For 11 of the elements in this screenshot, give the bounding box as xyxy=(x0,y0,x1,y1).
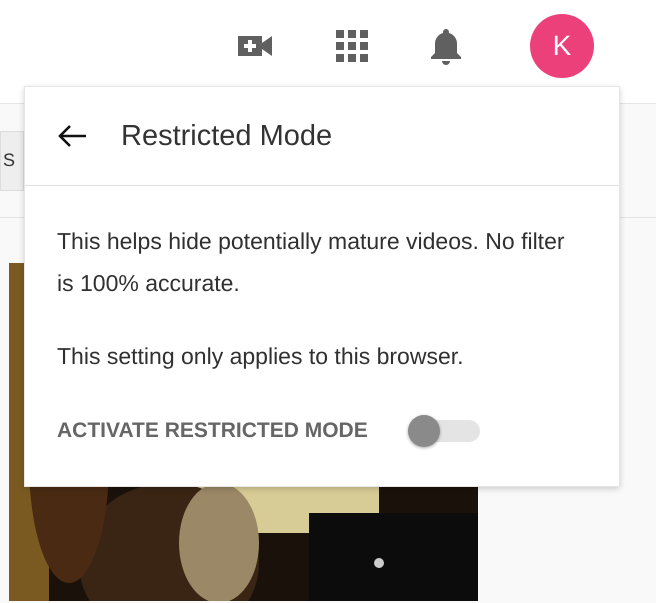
toggle-label: ACTIVATE RESTRICTED MODE xyxy=(57,419,368,443)
panel-title: Restricted Mode xyxy=(121,120,332,152)
filter-chip[interactable]: S xyxy=(0,130,24,190)
description-text: This setting only applies to this browser. xyxy=(57,342,465,371)
avatar[interactable]: K xyxy=(530,14,594,78)
back-arrow-icon[interactable] xyxy=(57,124,87,148)
description-text: This helps hide potentially mature videos. No filter is 100% accurate. xyxy=(57,227,566,298)
video-camera-plus-icon[interactable] xyxy=(238,33,274,59)
bell-icon[interactable] xyxy=(430,27,462,65)
apps-grid-icon[interactable] xyxy=(336,30,368,62)
restricted-mode-toggle[interactable] xyxy=(408,415,480,447)
